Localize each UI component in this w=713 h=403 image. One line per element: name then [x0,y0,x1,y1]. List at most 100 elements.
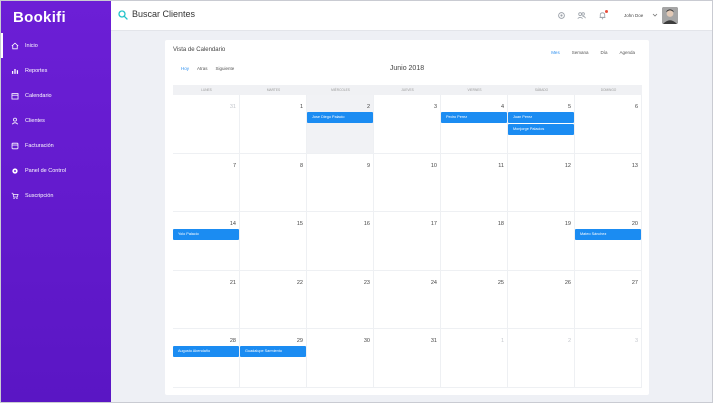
calendar-event[interactable]: Mateo Sánchez [575,229,641,241]
view-tab[interactable]: Agenda [613,50,641,55]
day-number: 18 [497,221,504,228]
day-number: 2 [567,338,571,345]
day-number: 30 [363,338,370,345]
day-number: 5 [567,104,571,110]
day-number: 10 [430,162,437,169]
view-tab[interactable]: Día [594,50,613,55]
day-cell[interactable]: 25 [441,270,508,330]
day-cell[interactable]: 3 [374,95,441,154]
day-number: 17 [430,221,437,228]
day-cell[interactable]: 21 [173,270,240,330]
day-cell[interactable]: 2 [307,95,374,154]
day-number: 20 [631,221,638,228]
day-cell[interactable]: 18 [441,212,508,271]
day-cell[interactable]: 31 [173,95,240,154]
day-cell[interactable]: 6 [575,95,642,154]
day-cell[interactable]: 19 [508,212,575,271]
day-number: 1 [299,104,303,110]
day-number: 24 [430,279,437,286]
day-cell[interactable]: 11 [441,153,508,213]
day-cell[interactable]: 14 [173,212,240,271]
day-number: 29 [296,338,303,345]
weekday-label: Sábado [534,88,549,92]
sidebar-nav: Inicio Reportes Calendario Clientes Facturac… [1,33,111,208]
day-cell[interactable]: 8 [240,153,307,213]
weekday-label: Domingo [600,88,617,92]
day-cell[interactable]: 24 [374,270,441,330]
weekday-label: Viernes [467,88,482,92]
day-cell[interactable]: 15 [240,212,307,271]
day-cell[interactable]: 16 [307,212,374,271]
day-cell[interactable]: 13 [575,153,642,213]
day-number: 8 [299,162,303,169]
day-number: 31 [229,104,236,110]
weekday-label: Miércoles [331,88,350,92]
sidebar-item-facturación[interactable]: Facturación [1,133,111,158]
calendar-event[interactable]: Jose Diego Palacio [307,112,373,123]
day-number: 28 [229,338,236,345]
sidebar-item-suscripción[interactable]: Suscripción [1,183,111,208]
calendar-event[interactable]: Yolo Palacio [173,229,239,241]
day-cell[interactable]: 26 [508,270,575,330]
calendar-event[interactable]: Juan Perez [508,112,574,123]
day-cell[interactable]: 30 [307,329,374,388]
day-number: 7 [232,162,236,169]
home-icon [11,42,19,50]
avatar[interactable] [662,7,678,24]
settings-icon[interactable] [557,11,566,20]
top-header: Buscar Clientes John Doe [111,1,712,31]
day-cell[interactable]: 23 [307,270,374,330]
bar-chart-icon [11,67,19,75]
day-cell[interactable]: 2 [508,329,575,388]
calendar-event[interactable]: Augusto Abendaño [173,346,239,358]
view-tab[interactable]: Mes [545,50,566,55]
sidebar-item-calendario[interactable]: Calendario [1,83,111,108]
sidebar-item-label: Reportes [25,67,48,74]
day-cell[interactable]: 28 [173,329,240,388]
calendar-icon [11,92,19,100]
user-name[interactable]: John Doe [624,13,643,18]
day-cell[interactable]: 3 [575,329,642,388]
sidebar-item-reportes[interactable]: Reportes [1,58,111,83]
day-cell[interactable]: 27 [575,270,642,330]
calendar-event[interactable]: Pedro Perez [441,112,507,123]
sidebar-item-clientes[interactable]: Clientes [1,108,111,133]
day-cell[interactable]: 7 [173,153,240,213]
day-number: 11 [498,162,504,169]
gear-icon [11,167,19,175]
calendar-event[interactable]: Monjorge Palacios [508,124,574,135]
search-input[interactable]: Buscar Clientes [132,9,195,19]
day-cell[interactable]: 1 [240,95,307,154]
sidebar-item-label: Calendario [25,92,52,99]
sidebar-item-inicio[interactable]: Inicio [1,33,111,58]
day-number: 23 [363,279,370,286]
sidebar-item-label: Clientes [25,117,45,124]
day-cell[interactable]: 31 [374,329,441,388]
day-cell[interactable]: 4 [441,95,508,154]
day-cell[interactable]: 22 [240,270,307,330]
day-number: 15 [296,221,303,228]
weekday-label: Lunes [201,88,212,92]
sidebar-item-label: Suscripción [25,192,54,199]
calendar-card: Vista de Calendario Mes Semana Día Agenda H… [165,40,649,395]
day-cell[interactable]: 29 [240,329,307,388]
sidebar-item-panel-de-control[interactable]: Panel de Control [1,158,111,183]
day-cell[interactable]: 9 [307,153,374,213]
month-title: Junio 2018 [389,65,425,72]
day-cell[interactable]: 20 [575,212,642,271]
chevron-down-icon[interactable] [652,12,658,18]
day-number: 4 [500,104,504,110]
sidebar-item-label: Inicio [25,42,38,49]
search-icon[interactable] [118,10,128,20]
cart-icon [11,192,19,200]
day-cell[interactable]: 1 [441,329,508,388]
user-icon [11,117,19,125]
day-cell[interactable]: 12 [508,153,575,213]
day-cell[interactable]: 17 [374,212,441,271]
calendar-event[interactable]: Guadalupe Sarmiento [240,346,306,358]
day-cell[interactable]: 10 [374,153,441,213]
users-icon[interactable] [577,11,586,20]
day-number: 14 [229,221,236,228]
app-window: Bookifi Inicio Reportes Calendario Clientes… [0,0,713,403]
view-tab[interactable]: Semana [566,50,595,55]
